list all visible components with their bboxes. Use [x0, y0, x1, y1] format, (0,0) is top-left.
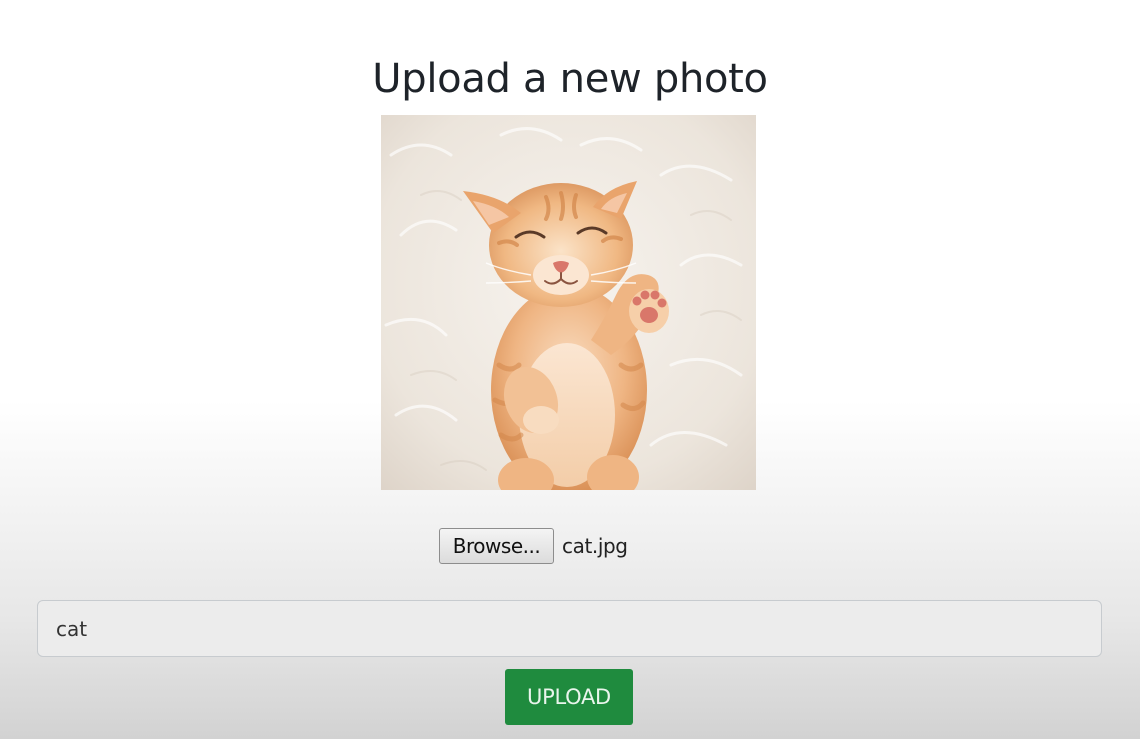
selected-file-name: cat.jpg [562, 533, 628, 558]
file-input[interactable]: Browse... cat.jpg [439, 527, 628, 564]
page-title: Upload a new photo [372, 56, 768, 102]
cat-photo [381, 115, 756, 490]
browse-button[interactable]: Browse... [439, 527, 554, 564]
photo-preview [381, 115, 756, 490]
upload-button[interactable]: UPLOAD [505, 669, 633, 725]
caption-input[interactable] [37, 600, 1102, 657]
